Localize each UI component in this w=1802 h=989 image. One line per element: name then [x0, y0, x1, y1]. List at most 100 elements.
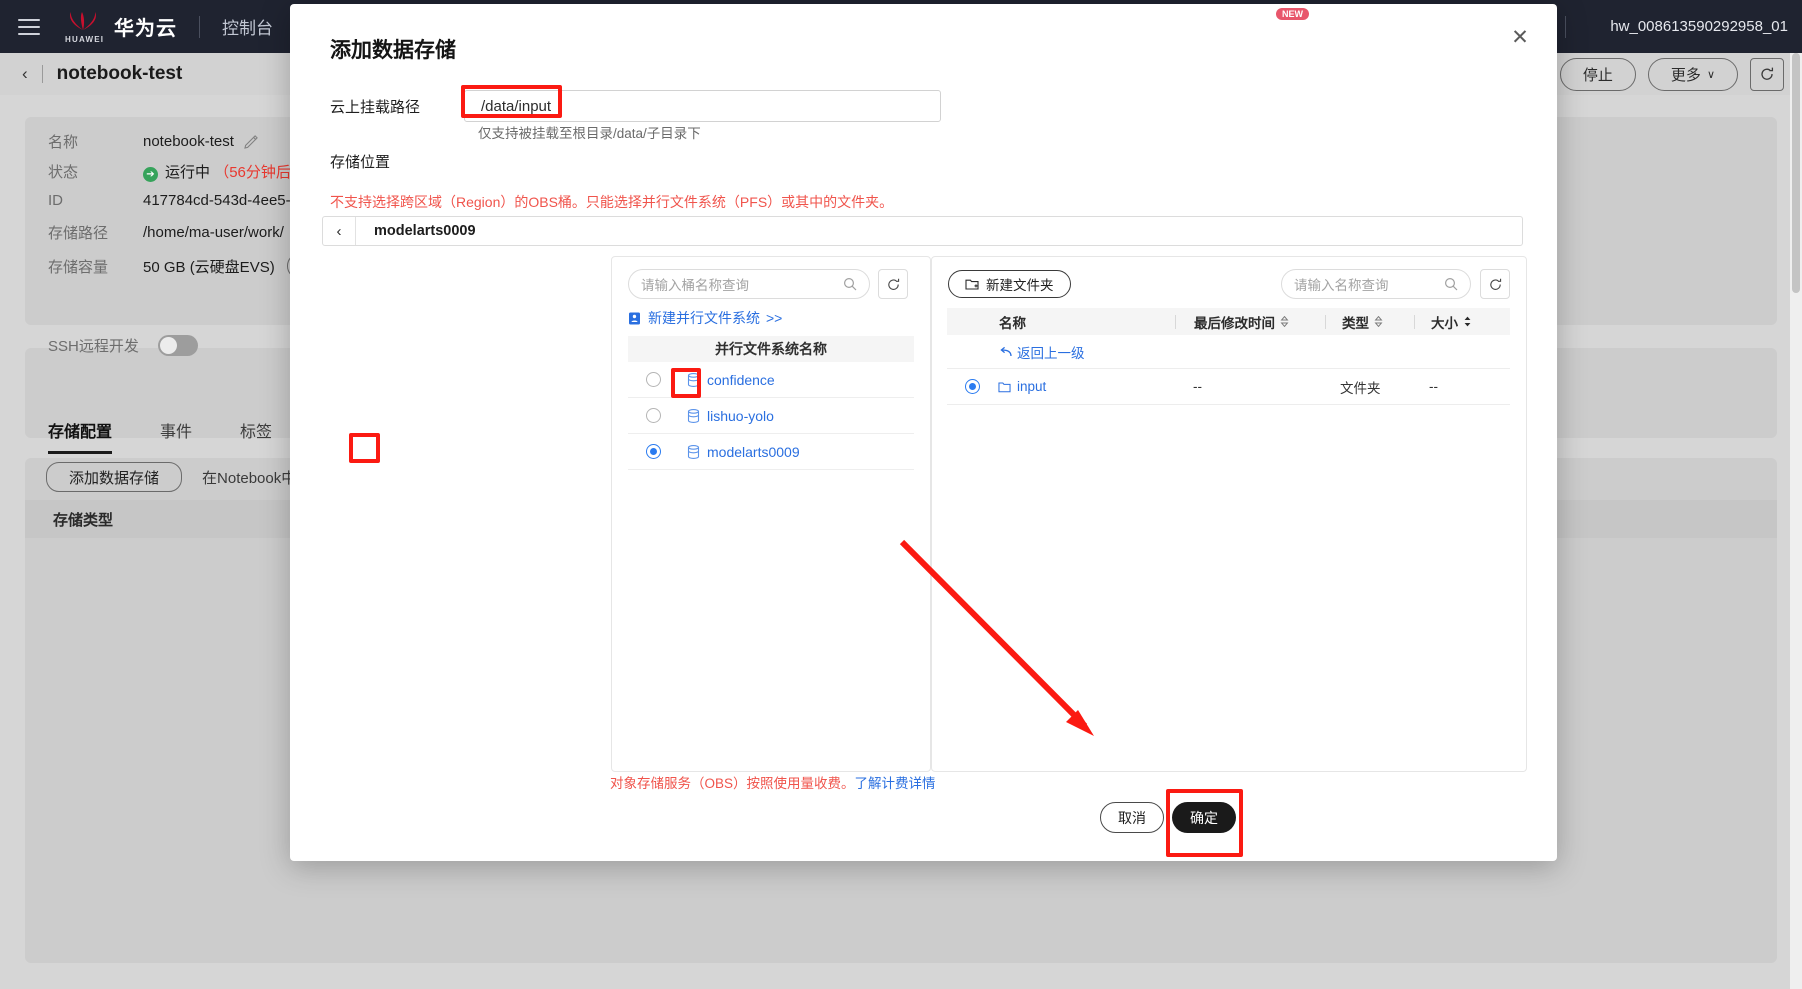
folder-icon: [998, 381, 1011, 393]
file-search-input[interactable]: 请输入名称查询: [1281, 269, 1471, 299]
pfs-list-item[interactable]: confidence: [628, 362, 914, 398]
table-row[interactable]: input -- 文件夹 --: [947, 369, 1510, 405]
pfs-name[interactable]: modelarts0009: [687, 444, 800, 460]
file-modified-cell: --: [1193, 379, 1324, 394]
sort-icon: [1374, 316, 1383, 327]
detail-key: 存储容量: [48, 256, 143, 277]
parent-directory-row[interactable]: 返回上一级: [947, 335, 1510, 369]
pfs-list-item[interactable]: lishuo-yolo: [628, 398, 914, 434]
pfs-list-item-selected[interactable]: modelarts0009: [628, 434, 914, 470]
add-data-storage-dialog: 添加数据存储 ✕ 云上挂载路径 /data/input 仅支持被挂载至根目录/d…: [290, 4, 1557, 861]
confirm-button[interactable]: 确定: [1172, 802, 1236, 833]
ssh-toggle[interactable]: [158, 335, 198, 356]
bucket-search-placeholder: 请输入桶名称查询: [641, 274, 843, 294]
pfs-name-label: modelarts0009: [707, 444, 800, 460]
column-modified[interactable]: 最后修改时间: [1194, 312, 1325, 332]
column-type-label: 类型: [1342, 312, 1369, 332]
file-search-placeholder: 请输入名称查询: [1294, 274, 1444, 294]
column-name: 名称: [999, 312, 1175, 332]
detail-value: /home/ma-user/work/: [143, 224, 284, 241]
page-scrollbar[interactable]: [1790, 53, 1802, 989]
stop-button-label: 停止: [1583, 64, 1613, 85]
tab-events[interactable]: 事件: [160, 418, 192, 454]
add-data-storage-button[interactable]: 添加数据存储: [46, 462, 182, 492]
folder-plus-icon: [965, 277, 979, 291]
page-title: notebook-test: [57, 63, 183, 85]
status-text: 运行中: [165, 164, 210, 181]
account-name[interactable]: hw_008613590292958_01: [1610, 18, 1788, 35]
stop-button[interactable]: 停止: [1560, 58, 1636, 91]
column-storage-type: 存储类型: [25, 509, 113, 530]
billing-details-link[interactable]: 了解计费详情: [855, 776, 936, 791]
nav-divider: [199, 16, 200, 38]
detail-value: 50 GB (云硬盘EVS): [143, 256, 275, 277]
huawei-fan-icon: [64, 11, 102, 31]
tab-labels[interactable]: 标签: [240, 418, 272, 454]
sort-icon: [1280, 316, 1289, 327]
detail-row-storage-path: 存储路径 /home/ma-user/work/: [48, 222, 284, 243]
create-pfs-suffix: >>: [766, 310, 782, 326]
bucket-search-input[interactable]: 请输入桶名称查询: [628, 269, 870, 299]
nav-divider-2: [1565, 16, 1566, 38]
mount-path-input[interactable]: /data/input: [464, 90, 941, 122]
mount-path-hint: 仅支持被挂载至根目录/data/子目录下: [478, 122, 701, 142]
pfs-radio[interactable]: [646, 372, 661, 387]
go-parent-link[interactable]: 返回上一级: [999, 342, 1085, 362]
new-folder-button[interactable]: 新建文件夹: [948, 270, 1071, 298]
sort-icon-active: [1463, 316, 1472, 327]
column-size-label: 大小: [1431, 312, 1458, 332]
file-name-label: input: [1017, 379, 1046, 394]
tab-storage-config[interactable]: 存储配置: [48, 418, 112, 454]
huawei-logo: HUAWEI: [62, 10, 104, 44]
bucket-refresh-button[interactable]: [878, 269, 908, 299]
file-table-header: 名称 最后修改时间 类型 大小: [947, 308, 1510, 335]
storage-location-label: 存储位置: [330, 151, 390, 172]
go-parent-label: 返回上一级: [1017, 342, 1085, 362]
huawei-wordmark: HUAWEI: [65, 35, 104, 44]
refresh-icon: [1488, 277, 1503, 292]
path-breadcrumb-bar: ‹ modelarts0009: [322, 216, 1523, 246]
ssh-remote-row: SSH远程开发: [48, 335, 198, 356]
more-button[interactable]: 更多 ∨: [1648, 58, 1738, 91]
detail-key: 状态: [48, 161, 143, 182]
column-status: 状: [113, 509, 318, 530]
file-type-cell: 文件夹: [1340, 377, 1412, 397]
file-name-cell[interactable]: input: [998, 379, 1174, 394]
cancel-button[interactable]: 取消: [1100, 802, 1164, 833]
chevron-left-icon[interactable]: ‹: [323, 217, 355, 245]
current-bucket-name: modelarts0009: [374, 223, 476, 239]
search-icon: [1444, 277, 1458, 291]
back-button[interactable]: ‹: [22, 64, 28, 84]
bucket-icon: [687, 445, 700, 459]
column-type[interactable]: 类型: [1342, 312, 1414, 332]
pfs-list-header: 并行文件系统名称: [628, 336, 914, 362]
mount-path-label: 云上挂载路径: [330, 96, 420, 117]
ssh-label: SSH远程开发: [48, 335, 158, 356]
column-size[interactable]: 大小: [1431, 312, 1472, 332]
bucket-icon: [687, 409, 700, 423]
pfs-name-label: lishuo-yolo: [707, 408, 774, 424]
close-icon[interactable]: ✕: [1505, 22, 1535, 52]
file-radio-selected[interactable]: [965, 379, 980, 394]
pencil-icon[interactable]: [244, 135, 258, 149]
refresh-icon: [886, 277, 901, 292]
file-refresh-button[interactable]: [1480, 269, 1510, 299]
pfs-name-label: confidence: [707, 372, 775, 388]
file-size-cell: --: [1429, 379, 1438, 394]
tab-bar: 存储配置 事件 标签: [48, 418, 272, 454]
pfs-name[interactable]: confidence: [687, 372, 775, 388]
new-folder-label: 新建文件夹: [986, 274, 1054, 294]
more-button-label: 更多: [1671, 64, 1701, 85]
pfs-radio-selected[interactable]: [646, 444, 661, 459]
pfs-name[interactable]: lishuo-yolo: [687, 408, 774, 424]
hamburger-icon[interactable]: [18, 19, 40, 35]
refresh-button[interactable]: [1750, 58, 1784, 91]
new-badge: NEW: [1276, 8, 1309, 20]
console-link[interactable]: 控制台: [222, 14, 273, 39]
refresh-icon: [1759, 66, 1775, 82]
column-modified-label: 最后修改时间: [1194, 312, 1275, 332]
create-pfs-link[interactable]: 新建并行文件系统 >>: [627, 308, 782, 328]
detail-key: 名称: [48, 131, 143, 152]
pfs-radio[interactable]: [646, 408, 661, 423]
search-icon: [843, 277, 857, 291]
